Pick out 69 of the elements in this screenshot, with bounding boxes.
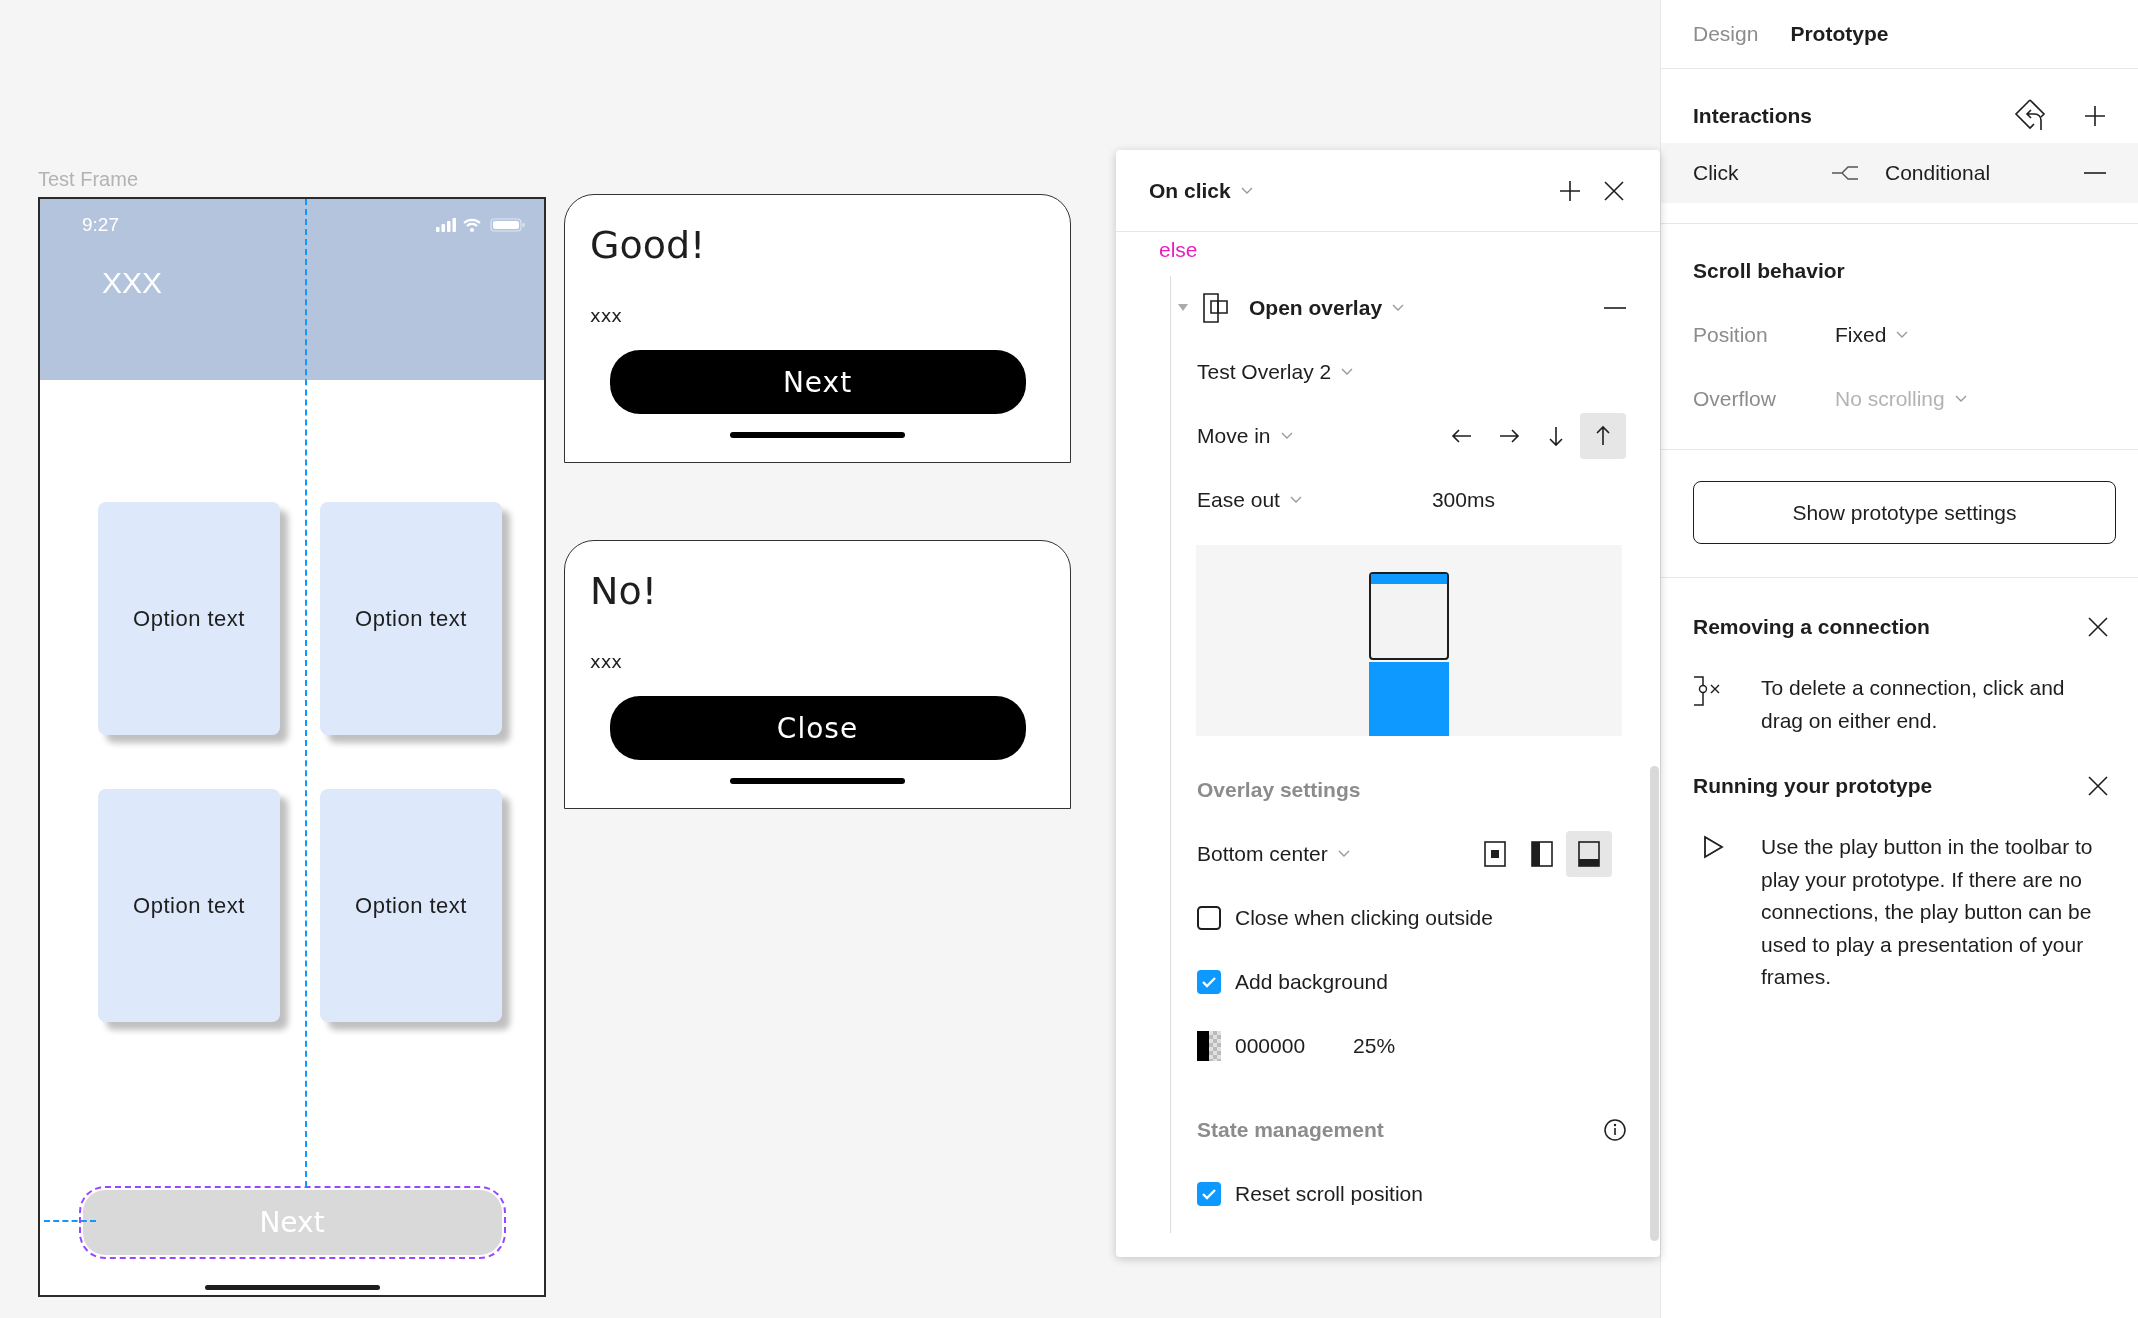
screen-title: XXX — [102, 266, 163, 300]
close-icon[interactable] — [2088, 617, 2108, 637]
minus-icon[interactable] — [2084, 171, 2106, 175]
checkbox[interactable] — [1197, 970, 1221, 994]
chevron-down-icon[interactable] — [1289, 496, 1302, 504]
play-icon — [1703, 835, 1725, 859]
status-time: 9:27 — [82, 214, 119, 236]
tip-title: Removing a connection — [1693, 615, 1930, 639]
section-heading: Scroll behavior — [1693, 259, 1845, 283]
option-card[interactable]: Option text — [320, 789, 502, 1022]
chevron-down-icon[interactable] — [1341, 368, 1354, 376]
close-icon[interactable] — [2088, 776, 2108, 796]
overlay-body-text: xxx — [590, 651, 622, 672]
chevron-down-icon[interactable] — [1337, 850, 1350, 858]
chevron-down-icon[interactable] — [1280, 432, 1293, 440]
overlay-icon — [1203, 293, 1229, 323]
option-card[interactable]: Option text — [320, 502, 502, 735]
branch-label: else — [1159, 238, 1198, 262]
field-label: Position — [1693, 323, 1769, 347]
tip-text: Use the play button in the toolbar to play your prototype. If there are no connections, the play button can be used to play a presentation of your frames. — [1761, 834, 2094, 990]
field-dropdown[interactable]: Fixed — [1835, 323, 1909, 347]
option-card[interactable]: Option text — [98, 502, 280, 735]
chevron-down-icon[interactable] — [1240, 186, 1253, 195]
checkbox[interactable] — [1197, 1182, 1221, 1206]
interaction-row[interactable]: Click Conditional — [1661, 143, 2138, 203]
easing-dropdown[interactable]: Ease out — [1197, 488, 1302, 512]
checkbox-label[interactable]: Add background — [1235, 970, 1388, 994]
branch-icon — [1831, 165, 1859, 181]
overlay-button[interactable]: Next — [609, 350, 1026, 414]
duration-value[interactable]: 300ms — [1431, 488, 1495, 512]
tip-title: Running your prototype — [1693, 774, 1933, 798]
color-hex-value[interactable]: 000000 — [1235, 1034, 1306, 1058]
overlay-body-text: xxx — [590, 305, 622, 326]
overlay-frame[interactable]: No! xxx Close — [564, 540, 1071, 809]
position-bottom-icon[interactable] — [1566, 831, 1612, 877]
overlay-title: No! — [590, 569, 657, 613]
position-dropdown[interactable]: Bottom center — [1197, 842, 1350, 866]
scrollbar[interactable] — [1650, 766, 1659, 1241]
plus-icon[interactable] — [2084, 105, 2106, 127]
plus-icon[interactable] — [1559, 179, 1581, 202]
interaction-action: Conditional — [1885, 161, 1991, 185]
field-label: Overflow — [1693, 387, 1777, 411]
arrow-up-icon[interactable] — [1580, 413, 1626, 459]
guide-line — [44, 1220, 96, 1222]
panel-tab[interactable]: Prototype — [1790, 22, 1889, 46]
destination-dropdown[interactable]: Test Overlay 2 — [1197, 360, 1354, 384]
option-card[interactable]: Option text — [98, 789, 280, 1022]
section-heading: Overlay settings — [1197, 778, 1361, 802]
checkbox-label[interactable]: Close when clicking outside — [1235, 906, 1493, 930]
checkbox-label[interactable]: Reset scroll position — [1235, 1182, 1423, 1206]
chevron-down-icon[interactable] — [1896, 331, 1909, 339]
overlay-frame[interactable]: Good! xxx Next — [564, 194, 1071, 463]
prototype-settings-button[interactable]: Show prototype settings — [1693, 481, 2116, 544]
chevron-down-icon[interactable] — [1392, 304, 1405, 312]
opacity-value[interactable]: 25% — [1353, 1034, 1396, 1058]
animation-dropdown[interactable]: Move in — [1197, 424, 1293, 448]
close-icon[interactable] — [1604, 180, 1624, 201]
section-heading: Interactions — [1693, 104, 1813, 128]
overlay-title: Good! — [590, 223, 706, 267]
section-heading: State management — [1197, 1118, 1384, 1142]
interaction-trigger: Click — [1693, 161, 1740, 185]
tip-text: To delete a connection, click and drag on either end. — [1761, 675, 2066, 734]
action-dropdown[interactable]: Open overlay — [1249, 296, 1405, 320]
trigger-dropdown[interactable]: On click — [1149, 178, 1253, 203]
minus-icon[interactable] — [1604, 306, 1626, 310]
info-icon[interactable] — [1604, 1119, 1626, 1141]
overlay-button[interactable]: Close — [609, 696, 1026, 760]
color-swatch[interactable] — [1197, 1031, 1221, 1061]
checkbox[interactable] — [1197, 906, 1221, 930]
